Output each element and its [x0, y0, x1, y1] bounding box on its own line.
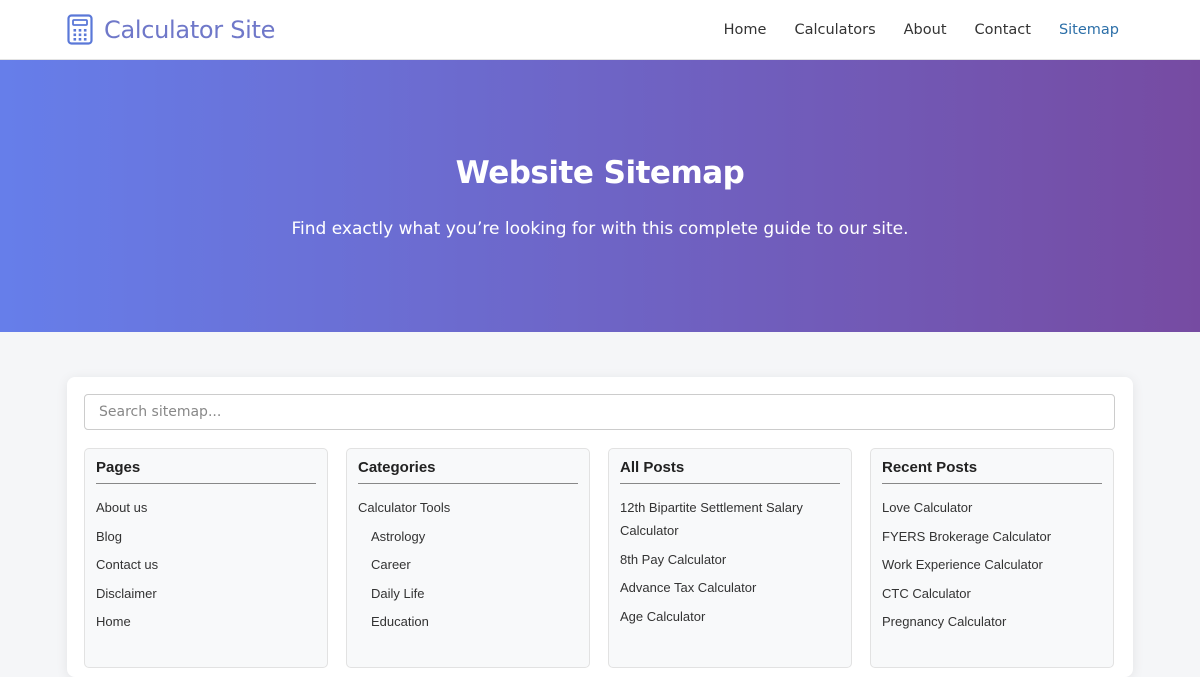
- sitemap-columns: Pages About us Blog Contact us Disclaime…: [84, 448, 1116, 668]
- all-posts-list: 12th Bipartite Settlement Salary Calcula…: [620, 496, 840, 628]
- list-item[interactable]: Calculator Tools: [358, 496, 578, 519]
- list-item[interactable]: Home: [96, 610, 316, 633]
- hero-subtitle: Find exactly what you’re looking for wit…: [291, 219, 909, 239]
- list-item[interactable]: Work Experience Calculator: [882, 553, 1102, 576]
- categories-column: Categories Calculator Tools Astrology Ca…: [346, 448, 590, 668]
- nav-calculators[interactable]: Calculators: [794, 22, 875, 38]
- page-title: Website Sitemap: [455, 155, 745, 191]
- column-title: All Posts: [620, 459, 840, 484]
- list-item[interactable]: Advance Tax Calculator: [620, 576, 840, 599]
- hero-banner: Website Sitemap Find exactly what you’re…: [0, 60, 1200, 332]
- list-item[interactable]: Age Calculator: [620, 605, 840, 628]
- sitemap-card: Pages About us Blog Contact us Disclaime…: [67, 377, 1133, 677]
- list-item[interactable]: Career: [358, 553, 578, 576]
- column-title: Pages: [96, 459, 316, 484]
- list-item[interactable]: 12th Bipartite Settlement Salary Calcula…: [620, 496, 840, 542]
- main-nav: Home Calculators About Contact Sitemap: [696, 22, 1119, 38]
- list-item[interactable]: FYERS Brokerage Calculator: [882, 525, 1102, 548]
- pages-list: About us Blog Contact us Disclaimer Home: [96, 496, 316, 633]
- list-item[interactable]: Contact us: [96, 553, 316, 576]
- column-title: Recent Posts: [882, 459, 1102, 484]
- pages-column: Pages About us Blog Contact us Disclaime…: [84, 448, 328, 668]
- column-title: Categories: [358, 459, 578, 484]
- list-item[interactable]: Blog: [96, 525, 316, 548]
- list-item[interactable]: Pregnancy Calculator: [882, 610, 1102, 633]
- recent-posts-column: Recent Posts Love Calculator FYERS Broke…: [870, 448, 1114, 668]
- calculator-icon: [67, 14, 93, 45]
- nav-contact[interactable]: Contact: [975, 22, 1031, 38]
- categories-list: Calculator Tools Astrology Career Daily …: [358, 496, 578, 633]
- list-item[interactable]: Disclaimer: [96, 582, 316, 605]
- list-item[interactable]: Education: [358, 610, 578, 633]
- list-item[interactable]: Astrology: [358, 525, 578, 548]
- list-item[interactable]: Daily Life: [358, 582, 578, 605]
- nav-about[interactable]: About: [904, 22, 947, 38]
- site-logo[interactable]: Calculator Site: [67, 14, 275, 45]
- logo-text[interactable]: Calculator Site: [104, 16, 275, 44]
- list-item[interactable]: 8th Pay Calculator: [620, 548, 840, 571]
- list-item[interactable]: About us: [96, 496, 316, 519]
- list-item[interactable]: CTC Calculator: [882, 582, 1102, 605]
- list-item[interactable]: Love Calculator: [882, 496, 1102, 519]
- sitemap-search-input[interactable]: [84, 394, 1115, 430]
- recent-posts-list: Love Calculator FYERS Brokerage Calculat…: [882, 496, 1102, 633]
- all-posts-column: All Posts 12th Bipartite Settlement Sala…: [608, 448, 852, 668]
- site-header: Calculator Site Home Calculators About C…: [0, 0, 1200, 60]
- nav-home[interactable]: Home: [724, 22, 767, 38]
- nav-sitemap[interactable]: Sitemap: [1059, 22, 1119, 38]
